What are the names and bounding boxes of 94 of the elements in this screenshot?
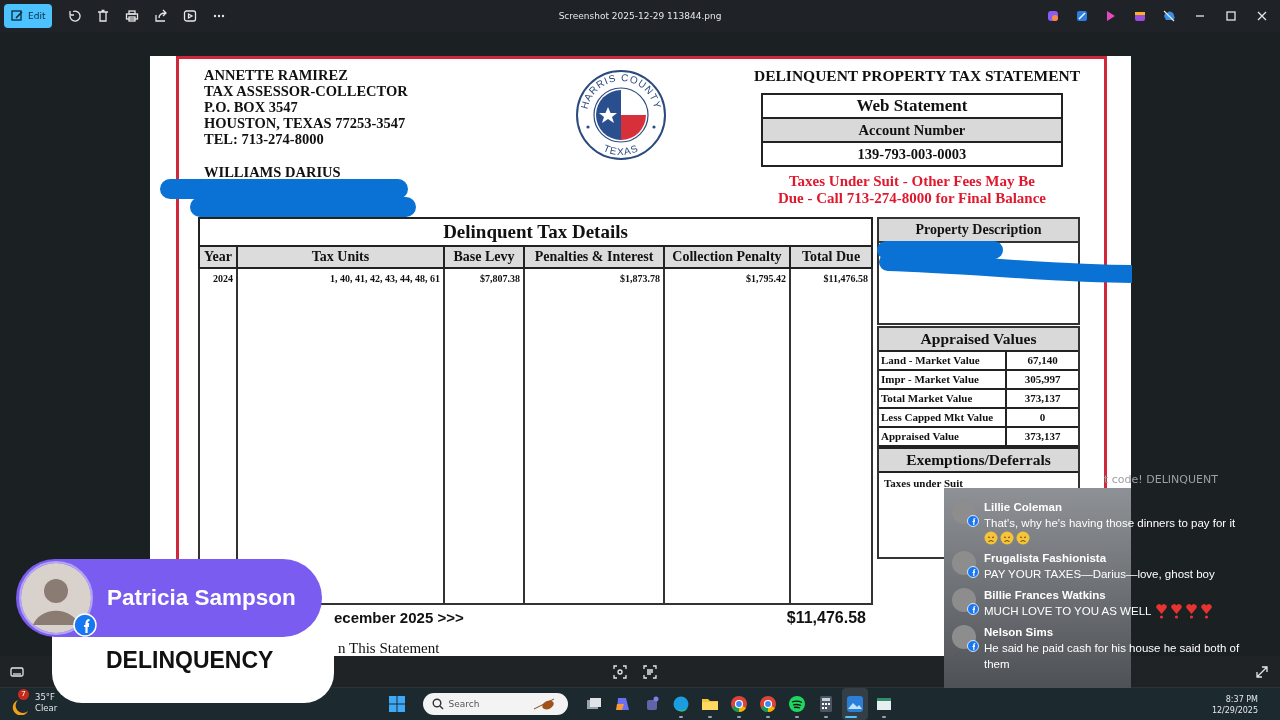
sad-face-emoji-icon [1000, 531, 1014, 545]
facebook-badge-icon [73, 613, 97, 637]
column-header: Penalties & Interest [524, 246, 664, 268]
sad-face-emoji-icon [984, 531, 998, 545]
value-label: Appraised Value [879, 428, 1007, 445]
app-icon[interactable] [613, 695, 632, 713]
facebook-badge-icon [967, 515, 979, 527]
sender-address-line: TAX ASSESSOR-COLLECTOR [204, 83, 409, 99]
value-label: Impr - Market Value [879, 371, 1007, 388]
commenter-name: Nelson Sims [984, 625, 1055, 640]
value-amount: 0 [1038, 410, 1047, 425]
browser-icon[interactable] [671, 695, 690, 713]
value-amount: 373,137 [1023, 391, 1062, 406]
column-header: Year [199, 246, 237, 268]
share-icon[interactable] [154, 9, 169, 23]
table-cell: $11,476.58 [790, 268, 872, 604]
app-icon[interactable] [1046, 9, 1060, 23]
sender-address-line: TEL: 713-274-8000 [204, 131, 325, 147]
facebook-badge-icon [967, 603, 979, 615]
web-statement-heading: Web Statement [855, 95, 969, 117]
table-cell: $1,795.42 [664, 268, 790, 604]
close-icon[interactable] [1255, 9, 1269, 23]
facebook-badge-icon [967, 640, 979, 652]
sender-address-line: HOUSTON, TEXAS 77253-3547 [204, 115, 407, 131]
commenter-name: Frugalista Fashionista [984, 551, 1108, 566]
value-amount: 373,137 [1023, 429, 1062, 444]
maximize-icon[interactable] [1224, 9, 1238, 23]
commenter-name: Billie Frances Watkins [984, 588, 1107, 603]
weather-condition: Clear [35, 703, 58, 714]
photos-app-icon[interactable] [845, 695, 864, 713]
app-icon[interactable] [874, 695, 893, 713]
value-amount: 305,997 [1023, 372, 1062, 387]
search-field[interactable]: Search [422, 693, 568, 715]
search-icon [431, 698, 444, 710]
statement-note: n This Statement [337, 639, 441, 656]
temperature-text: 35°F [35, 692, 56, 703]
panel-heading: Exemptions/Deferrals [879, 447, 1078, 473]
app-icon[interactable] [1075, 9, 1089, 23]
caption-text: DELINQUENCY [106, 647, 275, 674]
column-header: Tax Units [237, 246, 444, 268]
music-app-icon[interactable] [787, 695, 806, 713]
edit-icon [11, 10, 23, 22]
text-scan-icon[interactable] [643, 664, 657, 679]
commenter-name: Lillie Coleman [984, 500, 1063, 515]
moon-icon [12, 697, 30, 715]
due-date-text: ecember 2025 >>> [334, 609, 464, 627]
panel-heading: Appraised Values [879, 328, 1078, 352]
slideshow-icon[interactable] [183, 9, 198, 23]
avatar [952, 551, 976, 575]
start-icon[interactable] [387, 695, 406, 713]
heart-emoji-icon [1170, 603, 1184, 619]
delete-icon[interactable] [96, 9, 111, 23]
avatar [952, 500, 976, 524]
table-title: Delinquent Tax Details [199, 218, 872, 246]
value-label: Total Market Value [879, 390, 1007, 407]
print-icon[interactable] [125, 9, 140, 23]
value-label: Less Capped Mkt Value [879, 409, 1007, 426]
app-icon[interactable] [1162, 9, 1176, 23]
total-amount: $11,476.58 [786, 609, 866, 627]
crop-icon[interactable] [613, 664, 627, 679]
filmstrip-icon[interactable] [10, 666, 24, 678]
comment-text: MUCH LOVE TO YOU AS WELL [984, 604, 1152, 619]
heart-emoji-icon [1200, 603, 1214, 619]
owner-name: WILLIAMS DARIUS [204, 164, 342, 180]
notice-text: Taxes Under Suit - Other Fees May Be [788, 173, 1035, 190]
comment-text: He said he paid cash for his house he said both of them [984, 641, 1241, 672]
table-cell: $1,873.78 [524, 268, 664, 604]
avatar-silhouette [21, 563, 91, 633]
sad-face-emoji-icon [1016, 531, 1030, 545]
window-title: Screenshot 2025-12-29 113844.png [558, 11, 722, 21]
edit-button[interactable]: Edit [4, 4, 53, 28]
clock-date: 12/29/2025 [1211, 705, 1258, 716]
value-amount: 67,140 [1026, 353, 1059, 368]
account-number: 139-793-003-0003 [762, 141, 1061, 165]
rotate-icon[interactable] [67, 9, 82, 23]
avatar [952, 588, 976, 612]
browser-icon[interactable] [729, 695, 748, 713]
app-icon[interactable] [1133, 9, 1147, 23]
heart-emoji-icon [1185, 603, 1199, 619]
notice-text: Due - Call 713-274-8000 for Final Balance [777, 190, 1046, 207]
sender-address-line: ANNETTE RAMIREZ [204, 67, 349, 83]
clock-time: 8:37 PM [1224, 694, 1258, 705]
heart-emoji-icon [1155, 603, 1169, 619]
browser-icon[interactable] [758, 695, 777, 713]
value-label: Land - Market Value [879, 352, 1007, 369]
expand-icon[interactable] [1255, 665, 1269, 679]
avatar [952, 625, 976, 649]
exemption-text: Taxes under Suit [883, 476, 964, 489]
sender-address-line: P.O. BOX 3547 [204, 99, 299, 115]
table-cell: $7,807.38 [444, 268, 524, 604]
account-number-label: Account Number [762, 117, 1061, 141]
panel-heading: Property Description [879, 219, 1078, 241]
statement-title: DELINQUENT PROPERTY TAX STATEMENT [754, 67, 1080, 85]
facebook-badge-icon [967, 566, 979, 578]
